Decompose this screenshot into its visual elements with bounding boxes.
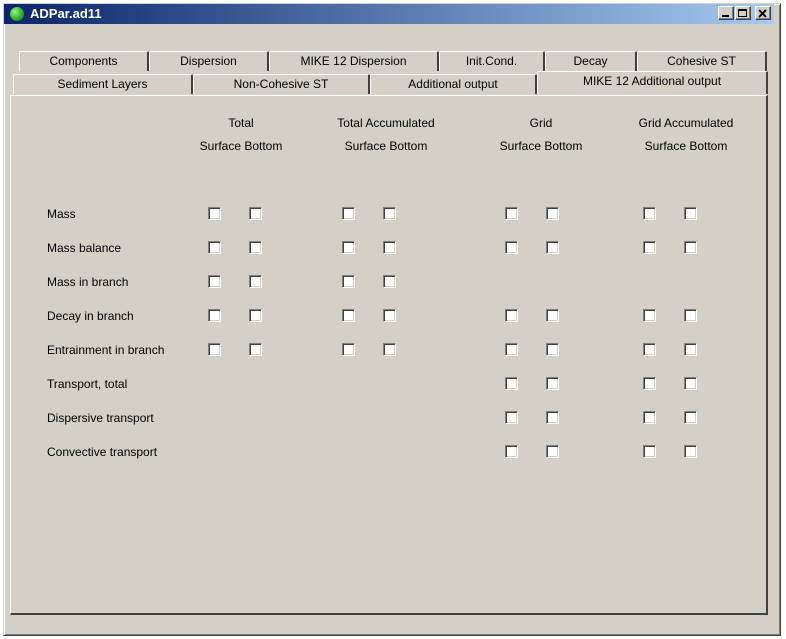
row-label-mass: Mass [47, 207, 76, 221]
checkbox-transport-total-grid-accumulated-surface[interactable] [643, 377, 656, 390]
checkbox-entrainment-in-branch-total-surface[interactable] [208, 343, 221, 356]
checkbox-dispersive-transport-grid-bottom[interactable] [546, 411, 559, 424]
checkbox-transport-total-grid-surface[interactable] [505, 377, 518, 390]
checkbox-mass-in-branch-total-surface[interactable] [208, 275, 221, 288]
checkbox-mass-balance-total-accumulated-surface[interactable] [342, 241, 355, 254]
header-grid: Grid Surface Bottom [481, 112, 601, 158]
row-label-dispersive-transport: Dispersive transport [47, 411, 154, 425]
app-icon [10, 7, 24, 21]
header-grid-title: Grid [529, 116, 553, 130]
tab-additional-output[interactable]: Additional output [370, 74, 537, 94]
checkbox-mass-balance-grid-surface[interactable] [505, 241, 518, 254]
tab-panel: Total Surface Bottom Total Accumulated S… [10, 95, 768, 615]
tab-init-cond[interactable]: Init.Cond. [439, 51, 545, 71]
checkbox-dispersive-transport-grid-surface[interactable] [505, 411, 518, 424]
checkbox-entrainment-in-branch-grid-bottom[interactable] [546, 343, 559, 356]
header-grid-accumulated-sub: Surface Bottom [644, 139, 728, 153]
checkbox-dispersive-transport-grid-accumulated-surface[interactable] [643, 411, 656, 424]
checkbox-convective-transport-grid-accumulated-bottom[interactable] [684, 445, 697, 458]
checkbox-entrainment-in-branch-total-accumulated-surface[interactable] [342, 343, 355, 356]
tab-cohesive-st[interactable]: Cohesive ST [637, 51, 767, 71]
minimize-icon [722, 15, 729, 17]
row-label-convective-transport: Convective transport [47, 445, 158, 459]
close-button[interactable] [755, 6, 771, 20]
header-total-title: Total [228, 116, 254, 130]
tab-non-cohesive-st[interactable]: Non-Cohesive ST [193, 74, 370, 94]
checkbox-mass-balance-grid-bottom[interactable] [546, 241, 559, 254]
checkbox-mass-grid-accumulated-surface[interactable] [643, 207, 656, 220]
checkbox-entrainment-in-branch-grid-accumulated-surface[interactable] [643, 343, 656, 356]
header-total-accumulated-title: Total Accumulated [337, 116, 435, 130]
checkbox-transport-total-grid-accumulated-bottom[interactable] [684, 377, 697, 390]
checkbox-mass-in-branch-total-accumulated-bottom[interactable] [383, 275, 396, 288]
checkbox-mass-grid-surface[interactable] [505, 207, 518, 220]
checkbox-mass-grid-bottom[interactable] [546, 207, 559, 220]
checkbox-decay-in-branch-total-accumulated-surface[interactable] [342, 309, 355, 322]
tab-dispersion[interactable]: Dispersion [149, 51, 269, 71]
row-label-mass-in-branch: Mass in branch [47, 275, 129, 289]
tab-mike12-additional-output[interactable]: MIKE 12 Additional output [537, 71, 768, 94]
checkbox-entrainment-in-branch-grid-accumulated-bottom[interactable] [684, 343, 697, 356]
tab-components[interactable]: Components [19, 51, 149, 71]
checkbox-mass-in-branch-total-accumulated-surface[interactable] [342, 275, 355, 288]
maximize-button[interactable] [735, 6, 751, 20]
checkbox-entrainment-in-branch-total-bottom[interactable] [249, 343, 262, 356]
header-grid-sub: Surface Bottom [499, 139, 583, 153]
checkbox-convective-transport-grid-surface[interactable] [505, 445, 518, 458]
header-grid-accumulated-title: Grid Accumulated [638, 116, 734, 130]
header-total: Total Surface Bottom [181, 112, 301, 158]
checkbox-mass-balance-total-bottom[interactable] [249, 241, 262, 254]
row-label-transport-total: Transport, total [47, 377, 128, 391]
checkbox-mass-balance-grid-accumulated-surface[interactable] [643, 241, 656, 254]
checkbox-decay-in-branch-grid-surface[interactable] [505, 309, 518, 322]
maximize-icon [738, 9, 747, 17]
checkbox-convective-transport-grid-accumulated-surface[interactable] [643, 445, 656, 458]
row-label-entrainment-in-branch: Entrainment in branch [47, 343, 165, 357]
checkbox-mass-grid-accumulated-bottom[interactable] [684, 207, 697, 220]
tab-sediment-layers[interactable]: Sediment Layers [13, 74, 193, 94]
minimize-button[interactable] [718, 6, 734, 20]
checkbox-mass-total-accumulated-surface[interactable] [342, 207, 355, 220]
title-bar[interactable]: ADPar.ad11 [4, 4, 774, 24]
checkbox-mass-in-branch-total-bottom[interactable] [249, 275, 262, 288]
checkbox-decay-in-branch-grid-accumulated-bottom[interactable] [684, 309, 697, 322]
row-label-decay-in-branch: Decay in branch [47, 309, 134, 323]
checkbox-decay-in-branch-total-surface[interactable] [208, 309, 221, 322]
header-total-sub: Surface Bottom [199, 139, 283, 153]
checkbox-mass-total-bottom[interactable] [249, 207, 262, 220]
header-total-accumulated: Total Accumulated Surface Bottom [311, 112, 461, 158]
checkbox-entrainment-in-branch-grid-surface[interactable] [505, 343, 518, 356]
checkbox-decay-in-branch-grid-bottom[interactable] [546, 309, 559, 322]
checkbox-entrainment-in-branch-total-accumulated-bottom[interactable] [383, 343, 396, 356]
checkbox-mass-balance-grid-accumulated-bottom[interactable] [684, 241, 697, 254]
close-icon [758, 9, 767, 18]
checkbox-dispersive-transport-grid-accumulated-bottom[interactable] [684, 411, 697, 424]
tab-mike12-dispersion[interactable]: MIKE 12 Dispersion [269, 51, 439, 71]
checkbox-convective-transport-grid-bottom[interactable] [546, 445, 559, 458]
checkbox-decay-in-branch-grid-accumulated-surface[interactable] [643, 309, 656, 322]
checkbox-decay-in-branch-total-bottom[interactable] [249, 309, 262, 322]
checkbox-mass-balance-total-surface[interactable] [208, 241, 221, 254]
header-grid-accumulated: Grid Accumulated Surface Bottom [611, 112, 761, 158]
checkbox-mass-balance-total-accumulated-bottom[interactable] [383, 241, 396, 254]
tab-decay[interactable]: Decay [545, 51, 637, 71]
window-title: ADPar.ad11 [30, 6, 102, 21]
checkbox-decay-in-branch-total-accumulated-bottom[interactable] [383, 309, 396, 322]
checkbox-mass-total-accumulated-bottom[interactable] [383, 207, 396, 220]
header-total-accumulated-sub: Surface Bottom [344, 139, 428, 153]
checkbox-mass-total-surface[interactable] [208, 207, 221, 220]
row-label-mass-balance: Mass balance [47, 241, 122, 255]
checkbox-transport-total-grid-bottom[interactable] [546, 377, 559, 390]
